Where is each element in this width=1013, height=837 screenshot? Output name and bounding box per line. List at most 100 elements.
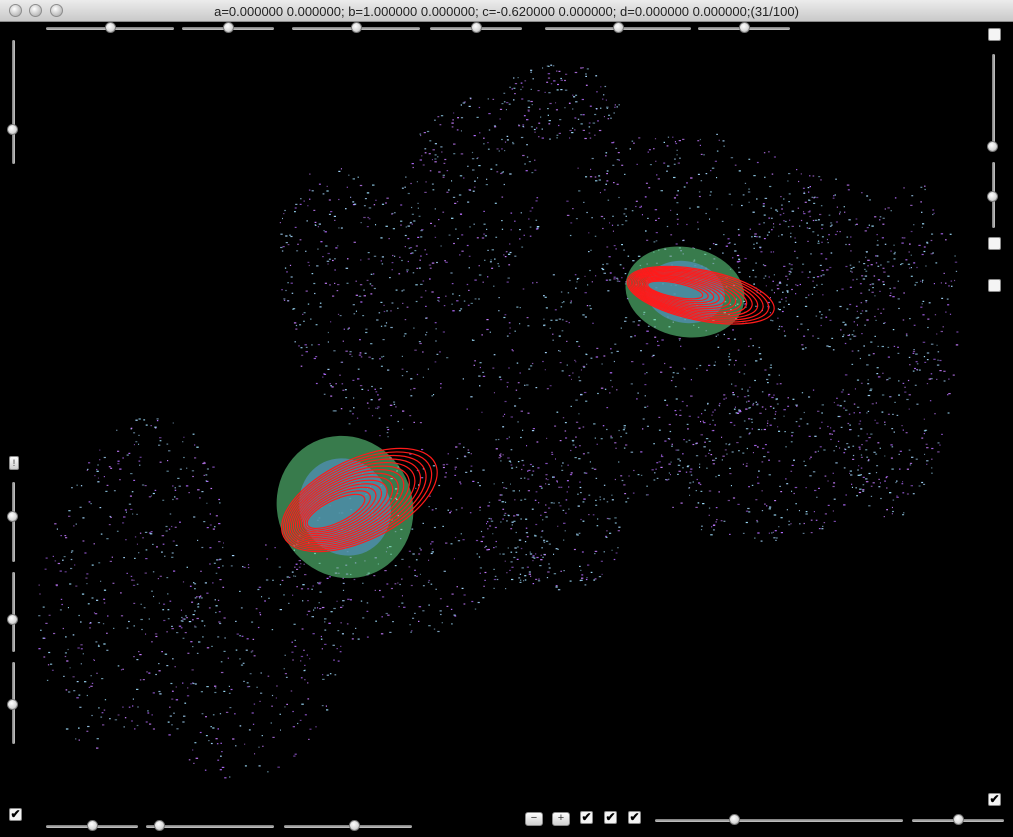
cloud-point <box>154 489 157 491</box>
cloud-point <box>415 575 418 577</box>
cloud-point <box>547 108 549 110</box>
cloud-point <box>932 213 934 216</box>
cloud-point <box>861 310 864 312</box>
cloud-point <box>153 595 155 598</box>
cloud-point <box>832 485 835 488</box>
cloud-point <box>500 453 502 455</box>
cloud-point <box>333 659 335 661</box>
render-canvas[interactable] <box>0 22 1013 832</box>
cloud-point <box>827 425 829 428</box>
cloud-point <box>647 217 649 219</box>
cloud-point <box>349 599 352 601</box>
cloud-point <box>315 324 318 326</box>
top-slider-2[interactable] <box>182 22 274 34</box>
cloud-point <box>830 427 832 429</box>
cloud-point <box>855 305 858 307</box>
top-slider-3[interactable] <box>292 22 420 34</box>
cloud-point <box>493 285 495 287</box>
left-slider-3[interactable] <box>7 572 19 652</box>
cloud-point <box>796 315 799 318</box>
cloud-point <box>752 452 754 454</box>
left-slider-1[interactable] <box>7 40 19 164</box>
cloud-point <box>580 569 582 571</box>
cloud-point <box>670 234 673 236</box>
cloud-point <box>757 476 759 478</box>
cloud-point <box>663 141 665 143</box>
cloud-point <box>875 262 878 264</box>
cloud-point <box>585 84 588 86</box>
zoom-in-button[interactable]: + <box>552 812 570 826</box>
cloud-point <box>787 291 789 293</box>
cloud-point <box>895 481 897 484</box>
bottom-slider-4[interactable] <box>655 814 903 826</box>
top-slider-1[interactable] <box>46 22 174 34</box>
bottom-slider-2[interactable] <box>146 820 274 832</box>
top-slider-4[interactable] <box>430 22 522 34</box>
cloud-point <box>585 578 588 581</box>
cloud-point <box>615 147 618 149</box>
cloud-point <box>324 282 327 284</box>
cloud-point <box>478 429 480 431</box>
cloud-point <box>558 335 561 337</box>
cloud-point <box>712 411 714 413</box>
cloud-point <box>525 554 527 556</box>
cloud-point <box>716 519 718 521</box>
zoom-out-button[interactable]: − <box>525 812 543 826</box>
cloud-point <box>380 325 383 327</box>
cloud-point <box>150 531 153 533</box>
fractal-visualization[interactable] <box>0 22 1013 832</box>
cloud-point <box>773 418 776 420</box>
bottom-slider-1[interactable] <box>46 820 138 832</box>
checkbox-bottom-3[interactable]: ✔ <box>628 811 641 824</box>
cloud-point <box>521 468 523 471</box>
cloud-point <box>762 447 765 450</box>
checkbox-bottom-right[interactable]: ✔ <box>988 793 1001 806</box>
cloud-point <box>208 607 211 609</box>
cloud-point <box>530 365 533 367</box>
cloud-point <box>397 420 399 423</box>
cloud-point <box>265 544 267 546</box>
cloud-point <box>508 264 511 266</box>
cloud-point <box>800 173 802 175</box>
cloud-point <box>804 305 808 307</box>
cloud-point <box>173 570 176 572</box>
checkbox-right-3[interactable] <box>988 279 1001 292</box>
cloud-point <box>907 263 911 265</box>
checkbox-bottom-left[interactable]: ✔ <box>9 808 22 821</box>
cloud-point <box>926 383 929 385</box>
right-slider-1[interactable] <box>987 54 999 153</box>
cloud-point <box>601 573 603 575</box>
cloud-point <box>374 388 376 390</box>
cloud-point <box>454 536 457 539</box>
cloud-point <box>887 346 890 348</box>
cloud-point <box>424 152 427 154</box>
right-slider-2[interactable] <box>987 162 999 228</box>
info-button[interactable]: ! <box>9 456 19 470</box>
cloud-point <box>171 628 174 630</box>
cloud-point <box>530 88 532 90</box>
cloud-point <box>704 441 706 443</box>
checkbox-right-1[interactable] <box>988 28 1001 41</box>
left-slider-2[interactable] <box>7 482 19 562</box>
checkbox-right-2[interactable] <box>988 237 1001 250</box>
left-slider-4[interactable] <box>7 662 19 744</box>
bottom-slider-5[interactable] <box>912 814 1004 826</box>
cloud-point <box>780 491 783 493</box>
cloud-point <box>313 357 316 360</box>
cloud-point <box>767 382 769 384</box>
top-slider-5[interactable] <box>545 22 691 34</box>
checkbox-bottom-2[interactable]: ✔ <box>604 811 617 824</box>
cloud-point <box>939 370 942 372</box>
cloud-point <box>877 442 880 444</box>
cloud-point <box>338 227 340 229</box>
cloud-point <box>334 674 337 676</box>
top-slider-6[interactable] <box>698 22 790 34</box>
cloud-point <box>779 214 782 216</box>
checkbox-bottom-1[interactable]: ✔ <box>580 811 593 824</box>
cloud-point <box>532 470 535 472</box>
cloud-point <box>513 556 516 559</box>
bottom-slider-3[interactable] <box>284 820 412 832</box>
cloud-point <box>513 520 516 522</box>
cloud-point <box>833 401 835 404</box>
cloud-point <box>409 624 411 626</box>
